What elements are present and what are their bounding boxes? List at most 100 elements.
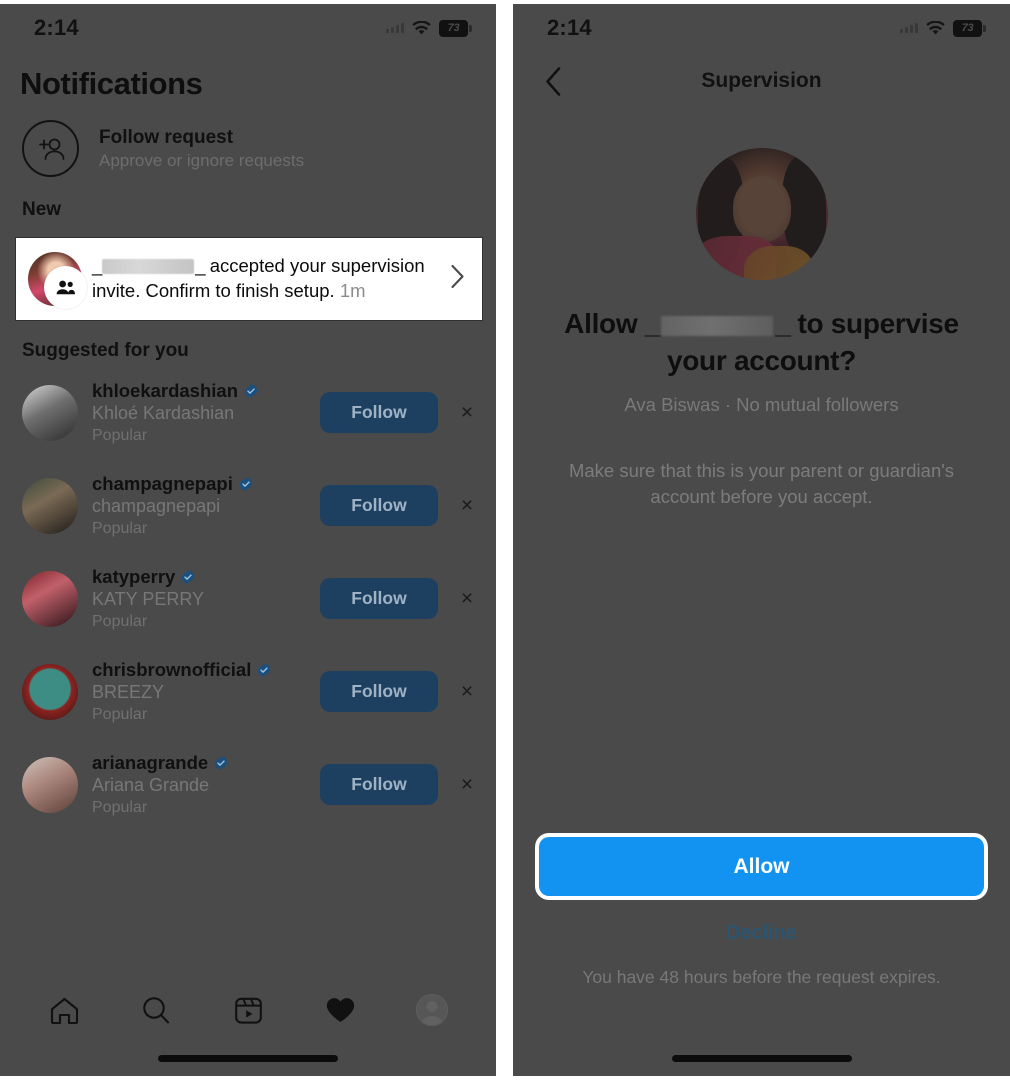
follow-button[interactable]: Follow [320,764,438,805]
reels-icon [234,997,262,1024]
verified-badge-icon [181,570,195,584]
supervision-heading: Allow _ _ to supervise your account? [564,308,959,376]
navigation-bar: Supervision [513,52,1010,110]
verified-badge-icon [244,384,258,398]
account-reason: Popular [92,799,148,816]
home-indicator [158,1055,338,1062]
avatar[interactable] [22,663,78,720]
account-username: katyperry [92,566,176,587]
redacted-supervisor-name [661,316,774,336]
battery-level: 73 [447,22,460,34]
dismiss-suggestion-button[interactable]: × [452,681,482,702]
account-display-name: Khloé Kardashian [92,403,235,423]
status-bar-indicators: 73 [386,19,472,37]
account-reason: Popular [92,520,148,537]
dismiss-suggestion-button[interactable]: × [452,402,482,423]
status-bar-time: 2:14 [34,15,79,40]
supervision-notification-card[interactable]: _ _ accepted your supervision invite. Con… [16,238,482,320]
avatar[interactable] [22,570,78,627]
follow-button[interactable]: Follow [320,485,438,526]
profile-avatar-icon [416,994,448,1026]
notification-avatar [28,252,87,309]
avatar[interactable] [22,477,78,534]
status-bar-time: 2:14 [547,15,592,40]
status-bar-left: 2:14 73 [0,0,496,52]
request-expiry-note: You have 48 hours before the request exp… [582,967,941,987]
account-username: chrisbrownofficial [92,659,252,680]
account-username-row: chrisbrownofficial [92,659,306,681]
tab-reels[interactable] [217,986,279,1034]
account-reason: Popular [92,613,148,630]
account-display-name: KATY PERRY [92,589,205,609]
list-item[interactable]: katyperry KATY PERRY Popular Follow × [0,552,496,645]
dismiss-suggestion-button[interactable]: × [452,495,482,516]
verified-badge-icon [257,663,271,677]
panel-divider [496,0,513,1080]
follow-request-subtitle: Approve or ignore requests [99,150,305,170]
tab-search[interactable] [125,986,187,1034]
account-username: arianagrande [92,752,209,773]
page-title: Notifications [20,66,203,101]
screenshot-stage: 2:14 73 Notifications Follow request App… [0,0,1010,1080]
suggested-accounts-list: khloekardashian Khloé Kardashian Popular… [0,362,496,831]
home-indicator [671,1055,852,1062]
account-info: champagnepapi champagnepapi Popular [92,473,306,538]
back-button[interactable] [533,61,573,101]
supervisor-avatar [695,148,828,280]
home-icon [50,997,78,1024]
account-username-row: katyperry [92,566,306,588]
allow-button[interactable]: Allow [539,837,984,896]
wifi-icon [925,20,946,36]
allow-button-highlight: Allow [535,833,988,900]
follow-request-row[interactable]: Follow request Approve or ignore request… [0,102,496,177]
supervision-actions: Allow Decline You have 48 hours before t… [513,833,1010,988]
dismiss-suggestion-button[interactable]: × [452,588,482,609]
account-username: khloekardashian [92,380,239,401]
account-reason: Popular [92,706,148,723]
account-info: arianagrande Ariana Grande Popular [92,752,306,817]
list-item[interactable]: champagnepapi champagnepapi Popular Foll… [0,459,496,552]
verified-badge-icon [214,756,228,770]
follow-request-text: Follow request Approve or ignore request… [99,127,304,171]
search-icon [143,997,170,1024]
cellular-signal-icon [386,23,404,33]
list-item[interactable]: chrisbrownofficial BREEZY Popular Follow… [0,645,496,738]
tab-activity[interactable] [309,986,371,1034]
heart-icon [326,998,354,1022]
follow-button[interactable]: Follow [320,671,438,712]
notification-timestamp: 1m [339,280,366,301]
section-header-new: New [22,199,62,220]
heading-prefix: Allow [564,308,645,339]
follow-request-title: Follow request [99,126,234,148]
account-username-row: khloekardashian [92,380,306,402]
follow-button[interactable]: Follow [320,392,438,433]
people-icon [44,266,87,309]
chevron-right-icon[interactable] [450,264,467,294]
add-person-icon [22,120,79,177]
account-username: champagnepapi [92,473,233,494]
redacted-username [102,259,195,275]
account-info: katyperry KATY PERRY Popular [92,566,306,631]
list-item[interactable]: arianagrande Ariana Grande Popular Follo… [0,738,496,831]
avatar[interactable] [22,756,78,813]
account-username-row: champagnepapi [92,473,306,495]
tab-home[interactable] [33,986,95,1034]
avatar-dim-overlay [695,148,828,280]
decline-button[interactable]: Decline [535,922,988,945]
screen-title: Supervision [701,69,822,92]
supervision-warning-note: Make sure that this is your parent or gu… [568,459,955,508]
follow-button[interactable]: Follow [320,578,438,619]
supervisor-meta: Ava Biswas · No mutual followers [624,393,899,415]
wifi-icon [411,20,432,36]
dismiss-suggestion-button[interactable]: × [452,774,482,795]
notification-text: _ _ accepted your supervision invite. Con… [92,255,425,301]
avatar[interactable] [22,384,78,441]
account-display-name: BREEZY [92,682,165,702]
list-item[interactable]: khloekardashian Khloé Kardashian Popular… [0,366,496,459]
account-info: chrisbrownofficial BREEZY Popular [92,659,306,724]
battery-level: 73 [961,22,974,34]
cellular-signal-icon [900,23,918,33]
account-username-row: arianagrande [92,752,306,774]
tab-profile[interactable] [401,986,463,1034]
section-header-suggested: Suggested for you [22,340,189,361]
